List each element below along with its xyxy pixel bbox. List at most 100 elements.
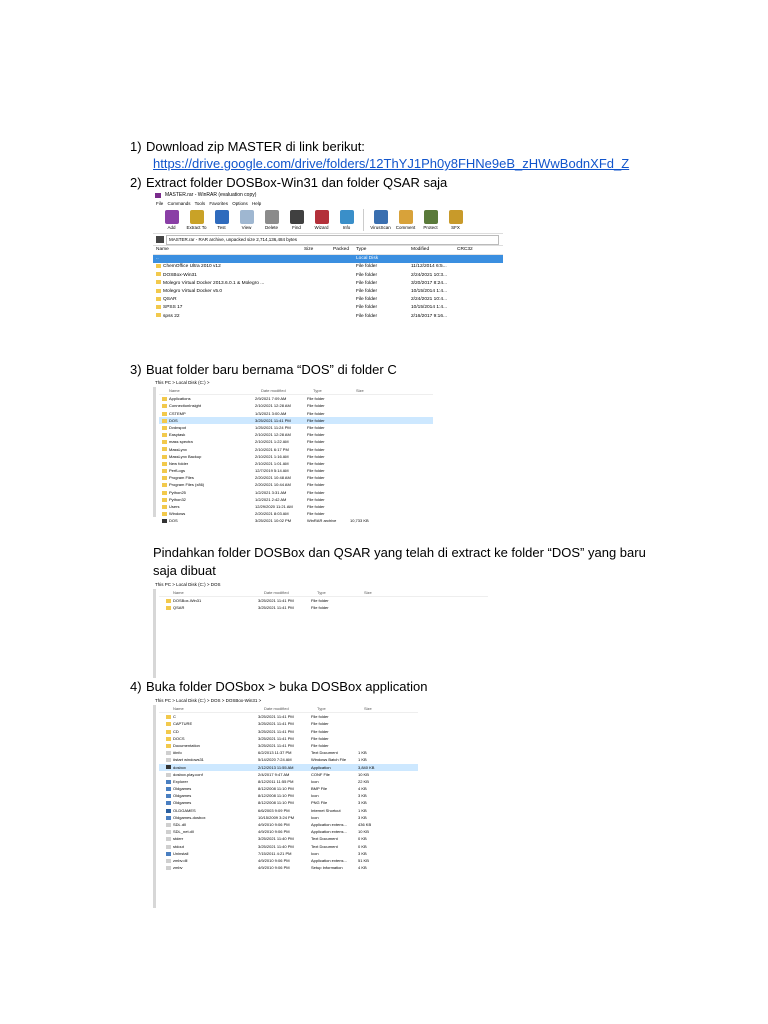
- file-name: Oldgames: [173, 793, 192, 799]
- file-size: 3 KB: [358, 793, 367, 799]
- list-item[interactable]: Oldgames 8/12/2008 11:10 PM BMP File 4 KB: [159, 785, 418, 792]
- breadcrumb[interactable]: This PC > Local Disk (C:) >: [153, 378, 433, 387]
- test-button[interactable]: Test: [209, 207, 234, 231]
- list-item[interactable]: Applications 2/9/2021 7:09 AM File folder: [159, 395, 433, 402]
- list-item[interactable]: DOS 3/25/2021 10:02 PM WinRAR archive 10,73…: [159, 517, 433, 524]
- list-item[interactable]: OLDGAMES 6/6/2003 9:09 PM Internet Shortcu…: [159, 807, 418, 814]
- list-item[interactable]: SPSS 17 File folder 10/15/2014 1:4...: [153, 304, 503, 312]
- list-item[interactable]: QSAR File folder 2/24/2021 10:4...: [153, 296, 503, 304]
- list-item[interactable]: Explorer 8/12/2011 11:55 PM Icon 22 KB: [159, 778, 418, 785]
- archive-path[interactable]: MASTER.rar - RAR archive, unpacked size …: [166, 234, 499, 245]
- list-item[interactable]: ChemOffice Ultra 2010 v12 File folder 11/1…: [153, 263, 503, 271]
- wizard-button[interactable]: Wizard: [309, 207, 334, 231]
- list-item[interactable]: MassLynx 2/10/2021 6:17 PM File folder: [159, 446, 433, 453]
- list-item[interactable]: PerfLogs 12/7/2019 5:14 AM File folder: [159, 467, 433, 474]
- up-folder-icon[interactable]: [156, 236, 164, 243]
- list-item[interactable]: DOSBox-Win31 3/25/2021 11:41 PM File folde…: [159, 597, 488, 604]
- list-item[interactable]: C 3/25/2021 11:41 PM File folder: [159, 713, 418, 720]
- list-item[interactable]: dosbox.play.conf 2/4/2017 9:47 AM CONF Fil…: [159, 771, 418, 778]
- col-size[interactable]: Size: [304, 246, 313, 254]
- list-item[interactable]: Molegro Virtual Docker 2013.6.0.1 & Mole…: [153, 280, 503, 288]
- info-button[interactable]: Info: [334, 207, 359, 231]
- column-headers: Name Date modified Type Size: [159, 705, 418, 714]
- list-item[interactable]: #start windows31 5/14/2020 7:24 AM Windows…: [159, 756, 418, 763]
- file-type: File folder: [311, 605, 329, 611]
- comment-button[interactable]: Comment: [393, 207, 418, 231]
- list-item[interactable]: DOCS 3/25/2021 11:41 PM File folder: [159, 735, 418, 742]
- file-icon: [162, 519, 167, 524]
- list-item[interactable]: Python32 1/2/2021 2:42 AM File folder: [159, 496, 433, 503]
- file-size: 3,840 KB: [358, 764, 375, 770]
- list-item[interactable]: Oldgames-dosbox 10/15/2009 3:24 PM Icon 3 K…: [159, 814, 418, 821]
- col-packed[interactable]: Packed: [333, 246, 349, 254]
- list-item[interactable]: MassLynx Backup 2/10/2021 1:16 AM File fol…: [159, 453, 433, 460]
- protect-button[interactable]: Protect: [418, 207, 443, 231]
- file-icon: [166, 758, 171, 763]
- list-item[interactable]: ConnectionInsight 2/10/2021 12:28 AM File …: [159, 402, 433, 409]
- list-item[interactable]: Oldgames 8/12/2008 11:10 PM PNG File 3 KB: [159, 799, 418, 806]
- list-item[interactable]: SDL_net.dll 4/9/2010 9:06 PM Application e…: [159, 828, 418, 835]
- list-item[interactable]: DOSBox-Win31 File folder 2/24/2021 10:3...: [153, 272, 503, 280]
- list-item[interactable]: .. Local Disk: [153, 255, 503, 264]
- list-item[interactable]: dosbox 2/12/2013 11:55 AM Application 3,840…: [159, 763, 418, 771]
- drive-link[interactable]: https://drive.google.com/drive/folders/1…: [153, 156, 629, 171]
- file-type: CONF File: [311, 771, 330, 777]
- delete-button[interactable]: Delete: [259, 207, 284, 231]
- file-name: stdout: [173, 843, 184, 849]
- file-type: PNG File: [311, 800, 328, 806]
- list-item[interactable]: CD 3/25/2021 11:41 PM File folder: [159, 728, 418, 735]
- list-item[interactable]: Molegro Virtual Docker v5.0 File folder 10…: [153, 288, 503, 296]
- breadcrumb[interactable]: This PC > Local Disk (C:) > DOS > DOSBox…: [153, 696, 418, 705]
- list-item[interactable]: mass spectra 2/10/2021 1:22 AM File folder: [159, 438, 433, 445]
- breadcrumb[interactable]: This PC > Local Disk (C:) > DOS: [153, 580, 488, 589]
- virusscan-button[interactable]: VirusScan: [368, 207, 393, 231]
- menu-bar[interactable]: File Commands Tools Favorites Options He…: [153, 200, 503, 207]
- list-item[interactable]: Documentation 3/25/2021 11:41 PM File fold…: [159, 742, 418, 749]
- file-icon: [166, 858, 171, 863]
- list-item[interactable]: stdout 3/25/2021 11:40 PM Text Document 0 K…: [159, 843, 418, 850]
- list-item[interactable]: CAPTURE 3/25/2021 11:41 PM File folder: [159, 720, 418, 727]
- list-item[interactable]: Oldgames 8/12/2008 11:10 PM Icon 3 KB: [159, 792, 418, 799]
- view-button[interactable]: View: [234, 207, 259, 231]
- file-size: 22 KB: [358, 778, 369, 784]
- list-item[interactable]: Users 12/29/2020 11:21 AM File folder: [159, 503, 433, 510]
- add-button[interactable]: Add: [159, 207, 184, 231]
- list-item[interactable]: stderr 3/25/2021 11:40 PM Text Document 0 K…: [159, 835, 418, 842]
- file-type: File folder: [307, 410, 325, 416]
- list-item[interactable]: CSTEMP 1/3/2021 3:00 AM File folder: [159, 410, 433, 417]
- list-item[interactable]: Python25 1/2/2021 3:31 AM File folder: [159, 489, 433, 496]
- list-item[interactable]: spss 22 File folder 2/16/2017 9:16...: [153, 313, 503, 321]
- file-date: 3/25/2021 11:41 PM: [258, 714, 294, 720]
- file-size: 1 KB: [358, 750, 367, 756]
- list-item[interactable]: DOS 3/25/2021 11:41 PM File folder: [159, 416, 433, 424]
- find-button[interactable]: Find: [284, 207, 309, 231]
- extract-to-button[interactable]: Extract To: [184, 207, 209, 231]
- list-item[interactable]: #info 6/2/2013 11:37 PM Text Document 1 KB: [159, 749, 418, 756]
- file-date: 2/10/2021 1:22 AM: [255, 439, 289, 445]
- sfx-button[interactable]: SFX: [443, 207, 468, 231]
- list-item[interactable]: SDL.dll 4/9/2010 9:06 PM Application exten…: [159, 821, 418, 828]
- file-date: 3/25/2021 11:41 PM: [258, 742, 294, 748]
- step-text: Download zip MASTER di link berikut:: [146, 139, 365, 154]
- col-crc32[interactable]: CRC32: [457, 246, 473, 254]
- col-modified[interactable]: Modified: [411, 246, 429, 254]
- list-item[interactable]: Dvdnspot 1/25/2021 11:24 PM File folder: [159, 424, 433, 431]
- list-item[interactable]: Program Files (x86) 2/20/2021 10:44 AM Fil…: [159, 481, 433, 488]
- col-type[interactable]: Type: [356, 246, 366, 254]
- file-type: File folder: [307, 482, 325, 488]
- col-name[interactable]: Name: [156, 246, 169, 254]
- file-date: 10/15/2009 3:24 PM: [258, 814, 295, 820]
- file-icon: [166, 794, 171, 799]
- list-item[interactable]: New folder 2/10/2021 1:01 AM File folder: [159, 460, 433, 467]
- file-name: Easytask: [169, 432, 186, 438]
- list-item[interactable]: QSAR 3/25/2021 11:41 PM File folder: [159, 604, 488, 611]
- list-item[interactable]: zmbv 4/9/2010 9:06 PM Setup Information 4 K…: [159, 864, 418, 871]
- step-text: Extract folder DOSBox-Win31 dan folder Q…: [146, 175, 448, 190]
- folder-icon: [162, 512, 167, 517]
- list-item[interactable]: zmbv.dll 4/9/2010 9:06 PM Application exte…: [159, 857, 418, 864]
- list-item[interactable]: Easytask 2/10/2021 12:28 AM File folder: [159, 431, 433, 438]
- list-item[interactable]: Uninstall 7/15/2011 4:21 PM Icon 3 KB: [159, 850, 418, 857]
- file-name: Explorer: [173, 778, 188, 784]
- list-item[interactable]: Program Files 2/20/2021 10:48 AM File fold…: [159, 474, 433, 481]
- list-item[interactable]: Windows 2/20/2021 8:03 AM File folder: [159, 510, 433, 517]
